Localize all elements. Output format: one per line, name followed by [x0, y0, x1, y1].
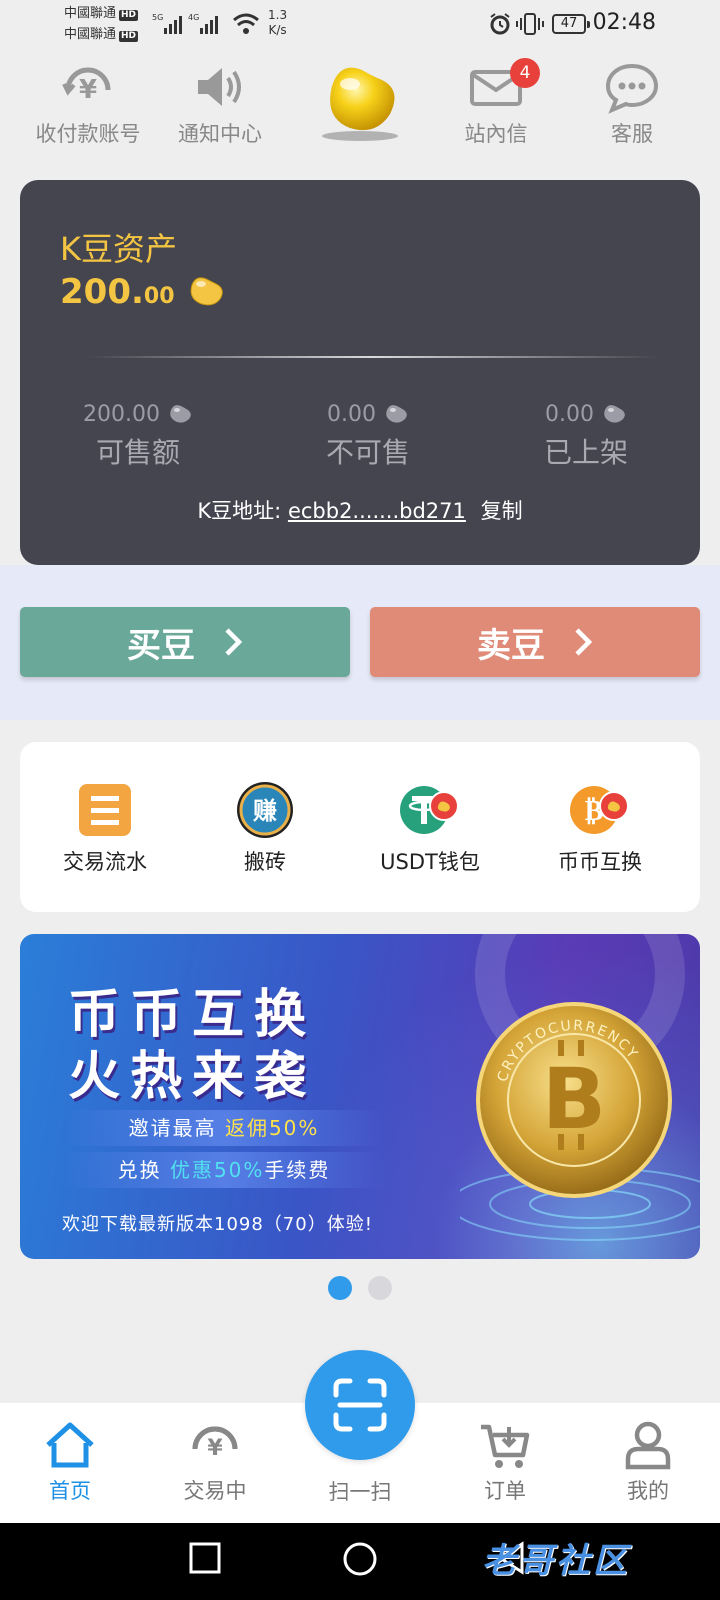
feature-coin-exchange[interactable]: ₿ 币币互换 [515, 782, 685, 876]
stat-unsellable: 0.00 不可售 [325, 402, 410, 469]
earn-icon: 赚 [237, 782, 293, 838]
watermark: 老哥社区 [482, 1541, 630, 1581]
chat-icon [605, 63, 659, 114]
address-value[interactable]: ecbb2.......bd271 [288, 499, 466, 523]
tab-orders[interactable]: 订单 [435, 1419, 575, 1505]
cart-icon [481, 1424, 530, 1468]
status-bar: 中國聯通 HD 中國聯通 HD 5G 4G 1.3 K/s 47 02:48 [0, 0, 720, 50]
carousel-dot-2[interactable] [368, 1276, 392, 1300]
svg-text:¥: ¥ [79, 75, 97, 105]
tab-home[interactable]: 首页 [0, 1419, 140, 1505]
user-icon [625, 1421, 671, 1470]
buy-beans-button[interactable]: 买豆 [20, 607, 350, 677]
tab-mine[interactable]: 我的 [578, 1419, 718, 1505]
asset-title: K豆资产 [60, 230, 177, 268]
customer-service-button[interactable]: 客服 [562, 60, 702, 148]
bitcoin-coin-icon: CRYPTOCURRENCY B [476, 1002, 672, 1198]
svg-text:B: B [542, 1050, 606, 1148]
feature-brick-moving[interactable]: 赚 搬砖 [180, 782, 350, 876]
signal-icon: 5G 4G [152, 13, 218, 34]
stat-sellable: 200.00 可售额 [38, 402, 238, 471]
wifi-icon [233, 13, 259, 34]
sell-beans-button[interactable]: 卖豆 [370, 607, 700, 677]
gold-bean-logo [290, 60, 430, 146]
grey-bean-icon [386, 405, 407, 423]
grey-bean-icon [170, 405, 191, 423]
unread-badge: 4 [510, 58, 540, 88]
carrier-2: 中國聯通 HD [64, 27, 139, 42]
chevron-right-icon [225, 628, 243, 656]
feature-grid: 交易流水 赚 搬砖 USDT钱包 ₿ 币币互换 [20, 742, 700, 912]
asset-amount: 200.00 [60, 272, 226, 312]
speaker-icon [198, 68, 241, 106]
carousel-dot-1[interactable] [328, 1276, 352, 1300]
stat-listed: 0.00 已上架 [543, 402, 628, 469]
alarm-icon [490, 13, 510, 35]
yen-refresh-icon: ¥ [62, 67, 111, 105]
yen-refresh-icon: ¥ [192, 1426, 238, 1461]
feature-transactions[interactable]: 交易流水 [20, 782, 190, 876]
feature-usdt-wallet[interactable]: USDT钱包 [345, 782, 515, 876]
promo-banner[interactable]: 币币互换 火热来袭 邀请最高 返佣50% 兑换 优惠50%手续费 欢迎下载最新版… [20, 934, 700, 1259]
svg-text:4G: 4G [188, 13, 199, 22]
vibrate-icon [516, 13, 544, 35]
clock: 02:48 [592, 10, 656, 35]
usdt-wallet-icon [400, 786, 459, 834]
recents-button[interactable] [188, 1541, 222, 1575]
tab-trading[interactable]: ¥ 交易中 [145, 1419, 285, 1505]
grey-bean-icon [604, 405, 625, 423]
net-speed: 1.3 K/s [268, 8, 288, 37]
divider [88, 356, 658, 358]
copy-address-button[interactable]: 复制 [481, 499, 523, 523]
svg-text:5G: 5G [152, 13, 163, 22]
chevron-right-icon [575, 628, 593, 656]
svg-text:赚: 赚 [253, 797, 277, 825]
home-system-button[interactable] [342, 1541, 378, 1577]
ledger-icon [79, 784, 131, 836]
asset-card: K豆资产 200.00 200.00 可售额 0.00 不可售 0.00 已上架… [20, 180, 700, 565]
bitcoin-exchange-icon: ₿ [570, 786, 629, 834]
address-row: K豆地址: ecbb2.......bd271 复制 [197, 499, 523, 523]
notification-center-button[interactable]: 通知中心 [150, 60, 290, 148]
battery-icon: 47 [552, 14, 590, 34]
gold-bean-icon [190, 277, 224, 306]
scan-button[interactable] [305, 1350, 415, 1460]
scan-icon [333, 1378, 387, 1432]
svg-text:¥: ¥ [207, 1436, 223, 1461]
scan-label: 扫一扫 [328, 1480, 392, 1504]
payment-account-button[interactable]: ¥ 收付款账号 [18, 60, 158, 148]
system-nav-bar: 老哥社区 [0, 1523, 720, 1600]
carrier-1: 中國聯通 HD [64, 6, 139, 21]
inbox-button[interactable]: 4 站內信 [426, 58, 566, 148]
trade-actions: 买豆 卖豆 [0, 565, 720, 720]
gold-bean-icon [322, 67, 398, 141]
home-icon [46, 1422, 94, 1468]
top-actions: ¥ 收付款账号 通知中心 4 站內信 客服 [0, 58, 720, 150]
